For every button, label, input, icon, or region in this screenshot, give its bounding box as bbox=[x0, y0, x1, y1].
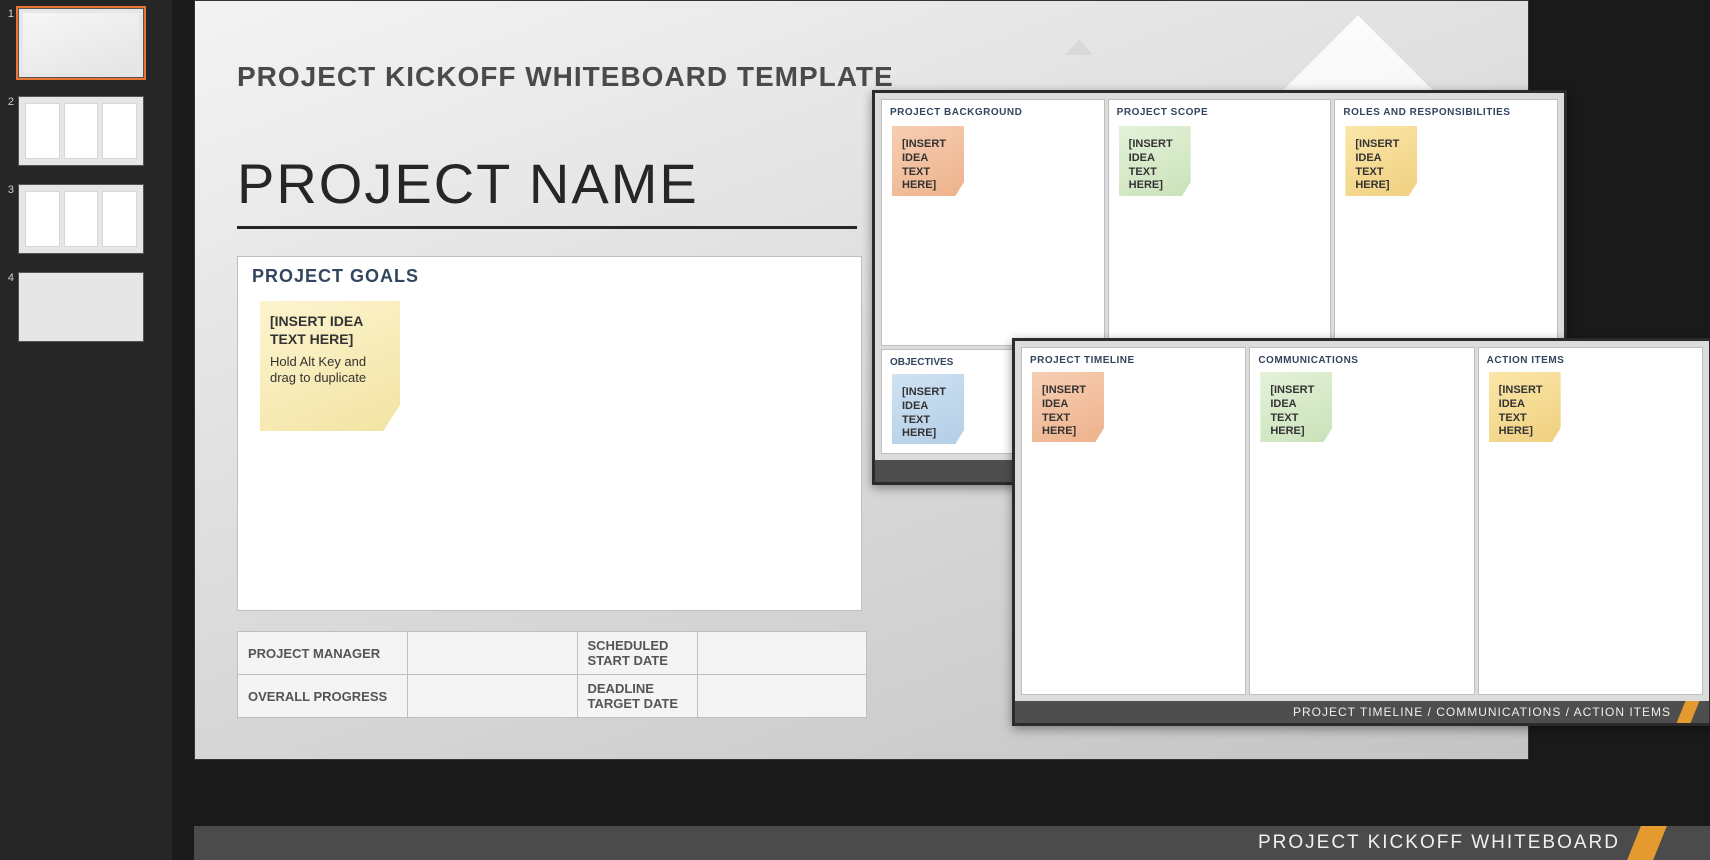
thumbnail-number: 2 bbox=[4, 96, 14, 108]
footer-accent-icon bbox=[1677, 701, 1700, 723]
footer-text: PROJECT KICKOFF WHITEBOARD bbox=[1258, 832, 1620, 854]
col-header: ROLES AND RESPONSIBILITIES bbox=[1335, 100, 1557, 125]
sticky-note[interactable]: [INSERT IDEA TEXT HERE] Hold Alt Key and… bbox=[1119, 126, 1191, 196]
footer-accent-icon bbox=[1627, 826, 1667, 860]
col-project-scope[interactable]: PROJECT SCOPE [INSERT IDEA TEXT HERE] Ho… bbox=[1108, 99, 1332, 346]
value-deadline[interactable] bbox=[697, 675, 867, 718]
sticky-placeholder: [INSERT IDEA TEXT HERE] bbox=[1129, 138, 1181, 193]
sticky-hint: Hold Alt Key and drag to duplicate bbox=[1499, 445, 1543, 474]
col-header: PROJECT SCOPE bbox=[1109, 100, 1331, 125]
value-start-date[interactable] bbox=[697, 632, 867, 675]
label-project-manager: PROJECT MANAGER bbox=[238, 632, 408, 675]
thumbnail-number: 1 bbox=[4, 8, 14, 20]
col-header: PROJECT TIMELINE bbox=[1022, 348, 1245, 373]
label-overall-progress: OVERALL PROGRESS bbox=[238, 675, 408, 718]
sticky-note[interactable]: [INSERT IDEA TEXT HERE] Hold Alt Key and… bbox=[892, 126, 964, 196]
sticky-note[interactable]: [INSERT IDEA TEXT HERE] Hold Alt Key and… bbox=[1489, 372, 1561, 442]
project-info-table[interactable]: PROJECT MANAGER SCHEDULED START DATE OVE… bbox=[237, 631, 867, 718]
sticky-hint: Hold Alt Key and drag to duplicate bbox=[1355, 199, 1399, 228]
overlay-slide-3[interactable]: PROJECT TIMELINE [INSERT IDEA TEXT HERE]… bbox=[1012, 338, 1710, 726]
thumbnail-number: 3 bbox=[4, 184, 14, 196]
value-project-manager[interactable] bbox=[408, 632, 578, 675]
thumbnail-row: 3 bbox=[4, 184, 166, 254]
slide3-footer: PROJECT TIMELINE / COMMUNICATIONS / ACTI… bbox=[1015, 701, 1709, 723]
sticky-hint: Hold Alt Key and drag to duplicate bbox=[902, 199, 946, 228]
sticky-hint: Hold Alt Key and drag to duplicate bbox=[1270, 445, 1314, 474]
slide3-footer-text: PROJECT TIMELINE / COMMUNICATIONS / ACTI… bbox=[1293, 705, 1671, 719]
sticky-hint: Hold Alt Key and drag to duplicate bbox=[1042, 445, 1086, 474]
template-title[interactable]: PROJECT KICKOFF WHITEBOARD TEMPLATE bbox=[237, 61, 894, 93]
sticky-placeholder: [INSERT IDEA TEXT HERE] bbox=[270, 313, 390, 348]
project-goals-panel[interactable]: PROJECT GOALS [INSERT IDEA TEXT HERE] Ho… bbox=[237, 256, 862, 611]
thumbnail-slide-4[interactable] bbox=[18, 272, 144, 342]
thumbnail-row: 1 bbox=[4, 8, 166, 78]
col-roles-responsibilities[interactable]: ROLES AND RESPONSIBILITIES [INSERT IDEA … bbox=[1334, 99, 1558, 346]
triangle-up-icon bbox=[1065, 39, 1093, 55]
thumbnail-number: 4 bbox=[4, 272, 14, 284]
divider bbox=[237, 226, 857, 229]
slide-editor: PROJECT KICKOFF WHITEBOARD TEMPLATE PROJ… bbox=[172, 0, 1710, 860]
col-objectives[interactable]: OBJECTIVES [INSERT IDEA TEXT HERE] Hold … bbox=[881, 349, 1016, 454]
footer-bar: PROJECT KICKOFF WHITEBOARD bbox=[194, 826, 1710, 860]
col-header: PROJECT BACKGROUND bbox=[882, 100, 1104, 125]
sticky-placeholder: [INSERT IDEA TEXT HERE] bbox=[902, 386, 954, 441]
col-header: ACTION ITEMS bbox=[1479, 348, 1702, 373]
thumbnail-slide-3[interactable] bbox=[18, 184, 144, 254]
sticky-note[interactable]: [INSERT IDEA TEXT HERE] Hold Alt Key and… bbox=[260, 301, 400, 431]
label-start-date: SCHEDULED START DATE bbox=[577, 632, 697, 675]
sticky-placeholder: [INSERT IDEA TEXT HERE] bbox=[1355, 138, 1407, 193]
slide-thumbnail-panel: 1 2 3 4 bbox=[0, 0, 172, 860]
project-name-heading[interactable]: PROJECT NAME bbox=[237, 151, 699, 216]
col-header: COMMUNICATIONS bbox=[1250, 348, 1473, 373]
thumbnail-slide-2[interactable] bbox=[18, 96, 144, 166]
sticky-note[interactable]: [INSERT IDEA TEXT HERE] Hold Alt Key and… bbox=[1260, 372, 1332, 442]
col-project-background[interactable]: PROJECT BACKGROUND [INSERT IDEA TEXT HER… bbox=[881, 99, 1105, 346]
label-deadline: DEADLINE TARGET DATE bbox=[577, 675, 697, 718]
sticky-placeholder: [INSERT IDEA TEXT HERE] bbox=[1270, 384, 1322, 439]
col-communications[interactable]: COMMUNICATIONS [INSERT IDEA TEXT HERE] H… bbox=[1249, 347, 1474, 695]
sticky-hint: Hold Alt Key and drag to duplicate bbox=[1129, 199, 1173, 228]
sticky-note[interactable]: [INSERT IDEA TEXT HERE] Hold Alt Key and… bbox=[892, 374, 964, 444]
thumbnail-row: 4 bbox=[4, 272, 166, 342]
sticky-placeholder: [INSERT IDEA TEXT HERE] bbox=[1042, 384, 1094, 439]
col-header: OBJECTIVES bbox=[882, 350, 1015, 375]
sticky-placeholder: [INSERT IDEA TEXT HERE] bbox=[902, 138, 954, 193]
sticky-note[interactable]: [INSERT IDEA TEXT HERE] Hold Alt Key and… bbox=[1345, 126, 1417, 196]
sticky-note[interactable]: [INSERT IDEA TEXT HERE] Hold Alt Key and… bbox=[1032, 372, 1104, 442]
col-project-timeline[interactable]: PROJECT TIMELINE [INSERT IDEA TEXT HERE]… bbox=[1021, 347, 1246, 695]
thumbnail-slide-1[interactable] bbox=[18, 8, 144, 78]
sticky-hint: Hold Alt Key and drag to duplicate bbox=[270, 354, 366, 385]
sticky-placeholder: [INSERT IDEA TEXT HERE] bbox=[1499, 384, 1551, 439]
project-goals-header: PROJECT GOALS bbox=[238, 257, 861, 296]
value-overall-progress[interactable] bbox=[408, 675, 578, 718]
thumbnail-row: 2 bbox=[4, 96, 166, 166]
col-action-items[interactable]: ACTION ITEMS [INSERT IDEA TEXT HERE] Hol… bbox=[1478, 347, 1703, 695]
